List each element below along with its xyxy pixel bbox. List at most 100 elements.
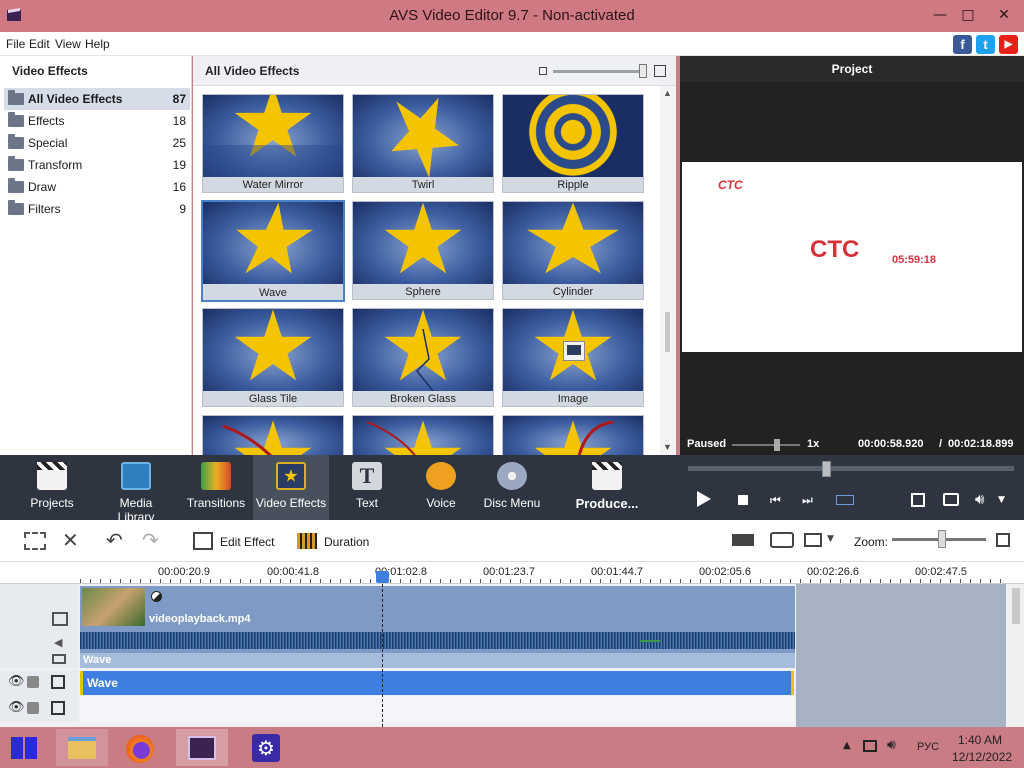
next-frame-icon[interactable]: ⏭ (802, 493, 813, 508)
aspect-ratio-icon[interactable] (804, 533, 822, 547)
maximize-icon[interactable]: □ (958, 6, 978, 24)
storyboard-toggle-icon[interactable] (24, 532, 46, 550)
eye-icon[interactable]: 👁︎ (8, 700, 25, 715)
seek-handle[interactable] (822, 461, 831, 477)
effect-tile-image[interactable]: Image (502, 308, 644, 407)
snapshot-area-icon[interactable] (836, 495, 854, 505)
small-thumbs-icon[interactable] (539, 67, 547, 75)
tray-chevron-icon[interactable]: ▲ (843, 740, 851, 751)
start-icon[interactable] (11, 737, 37, 759)
audio-clip[interactable] (80, 628, 795, 653)
youtube-icon[interactable]: ▶ (999, 35, 1018, 54)
voice-button[interactable]: Voice (416, 455, 466, 520)
menu-edit[interactable]: Edit (29, 37, 50, 51)
effect-tile[interactable] (202, 415, 344, 455)
minimize-icon[interactable]: — (930, 6, 950, 24)
undo-icon[interactable]: ↶ (106, 528, 123, 552)
category-all[interactable]: All Video Effects 87 (4, 88, 190, 110)
effect-tile-cylinder[interactable]: Cylinder (502, 201, 644, 300)
edit-effect-button[interactable]: Edit Effect (220, 535, 274, 549)
grid-scrollbar[interactable]: ▲ ▼ (660, 86, 676, 455)
video-clip[interactable]: videoplayback.mp4 (80, 586, 795, 628)
stop-icon[interactable] (738, 495, 748, 505)
zoom-handle[interactable] (938, 530, 946, 548)
playhead-handle[interactable] (376, 571, 389, 583)
speed-slider[interactable] (732, 439, 800, 451)
projects-button[interactable]: Projects (22, 455, 82, 520)
previous-frame-icon[interactable]: ⏮ (770, 493, 781, 508)
file-explorer-icon[interactable] (56, 729, 108, 766)
media-library-button[interactable]: Media Library (100, 455, 172, 524)
effect-tile[interactable] (352, 415, 494, 455)
menu-help[interactable]: Help (85, 37, 110, 51)
seek-bar[interactable] (688, 461, 1014, 477)
category-draw[interactable]: Draw 16 (4, 176, 190, 198)
effect-tile-ripple[interactable]: Ripple (502, 94, 644, 193)
edit-effect-icon[interactable] (193, 532, 213, 550)
redo-icon[interactable]: ↷ (142, 528, 159, 552)
duration-icon[interactable] (297, 533, 317, 549)
close-icon[interactable]: ✕ (994, 6, 1014, 24)
tracks-scroll-thumb[interactable] (1012, 588, 1020, 624)
effect-tile-wave[interactable]: Wave (201, 200, 345, 302)
lock-icon[interactable] (27, 676, 39, 688)
clock-date[interactable]: 12/12/2022 (952, 750, 1012, 764)
clock-time[interactable]: 1:40 AM (958, 733, 1002, 747)
volume-tray-icon[interactable]: 🔊︎ (887, 737, 896, 753)
effect-track-clip-wave[interactable]: Wave (80, 671, 794, 695)
language-indicator[interactable]: РУС (917, 741, 939, 753)
aspect-dropdown-icon[interactable]: ▼ (827, 534, 834, 544)
audio-mixer-icon[interactable] (770, 532, 794, 548)
empty-track[interactable] (80, 696, 795, 722)
thumb-size-slider[interactable] (553, 70, 645, 73)
speed-handle[interactable] (774, 439, 780, 451)
duration-button[interactable]: Duration (324, 535, 369, 549)
play-icon[interactable] (697, 491, 711, 507)
disc-menu-button[interactable]: Disc Menu (482, 455, 542, 520)
category-effects[interactable]: Effects 18 (4, 110, 190, 132)
fullscreen-icon[interactable] (911, 493, 925, 507)
timeline-ruler[interactable]: 00:00:20.9 00:00:41.8 00:01:02.8 00:01:2… (0, 562, 1024, 584)
eye-icon[interactable]: 👁︎ (8, 674, 25, 689)
avs-editor-taskbar-icon[interactable] (176, 729, 228, 766)
effect-tile-water-mirror[interactable]: Water Mirror (202, 94, 344, 193)
playback-status: Paused (687, 438, 727, 450)
scroll-down-icon[interactable]: ▼ (663, 442, 672, 452)
clip-speed-icon[interactable] (151, 591, 162, 602)
category-transform[interactable]: Transform 19 (4, 154, 190, 176)
effect-label: Broken Glass (389, 393, 457, 405)
effect-tile-glass-tile[interactable]: Glass Tile (202, 308, 344, 407)
firefox-icon[interactable] (114, 729, 166, 766)
category-special[interactable]: Special 25 (4, 132, 190, 154)
delete-icon[interactable]: ✕ (62, 528, 79, 552)
scroll-thumb[interactable] (665, 312, 670, 352)
large-thumbs-icon[interactable] (654, 65, 666, 77)
menu-view[interactable]: View (55, 37, 81, 51)
video-effects-button[interactable]: Video Effects (253, 455, 329, 520)
effect-tile-sphere[interactable]: Sphere (352, 201, 494, 300)
text-button[interactable]: T Text (342, 455, 392, 520)
slider-handle[interactable] (639, 64, 647, 78)
effect-tile[interactable] (502, 415, 644, 455)
clip-effect-bar[interactable]: Wave (80, 653, 795, 668)
effect-tile-broken-glass[interactable]: Broken Glass (352, 308, 494, 407)
category-filters[interactable]: Filters 9 (4, 198, 190, 220)
tracks-scrollbar[interactable] (1008, 584, 1024, 727)
zoom-slider[interactable] (892, 530, 986, 548)
settings-icon[interactable]: ⚙ (240, 729, 292, 766)
network-icon[interactable] (863, 740, 877, 752)
facebook-icon[interactable]: f (953, 35, 972, 54)
volume-icon[interactable]: 🔊︎ (975, 490, 984, 508)
camera-icon[interactable] (943, 493, 959, 506)
twitter-icon[interactable]: t (976, 35, 995, 54)
fit-timeline-icon[interactable] (996, 533, 1010, 547)
scroll-up-icon[interactable]: ▲ (663, 88, 672, 98)
effect-tile-twirl[interactable]: Twirl (352, 94, 494, 193)
transitions-button[interactable]: Transitions (185, 455, 247, 520)
produce-button[interactable]: Produce... (572, 455, 642, 520)
split-icon[interactable] (732, 534, 754, 546)
volume-dropdown-icon[interactable]: ▼ (998, 495, 1005, 505)
lock-icon[interactable] (27, 702, 39, 714)
menu-file[interactable]: File (6, 37, 25, 51)
effect-thumbnail (353, 202, 493, 284)
